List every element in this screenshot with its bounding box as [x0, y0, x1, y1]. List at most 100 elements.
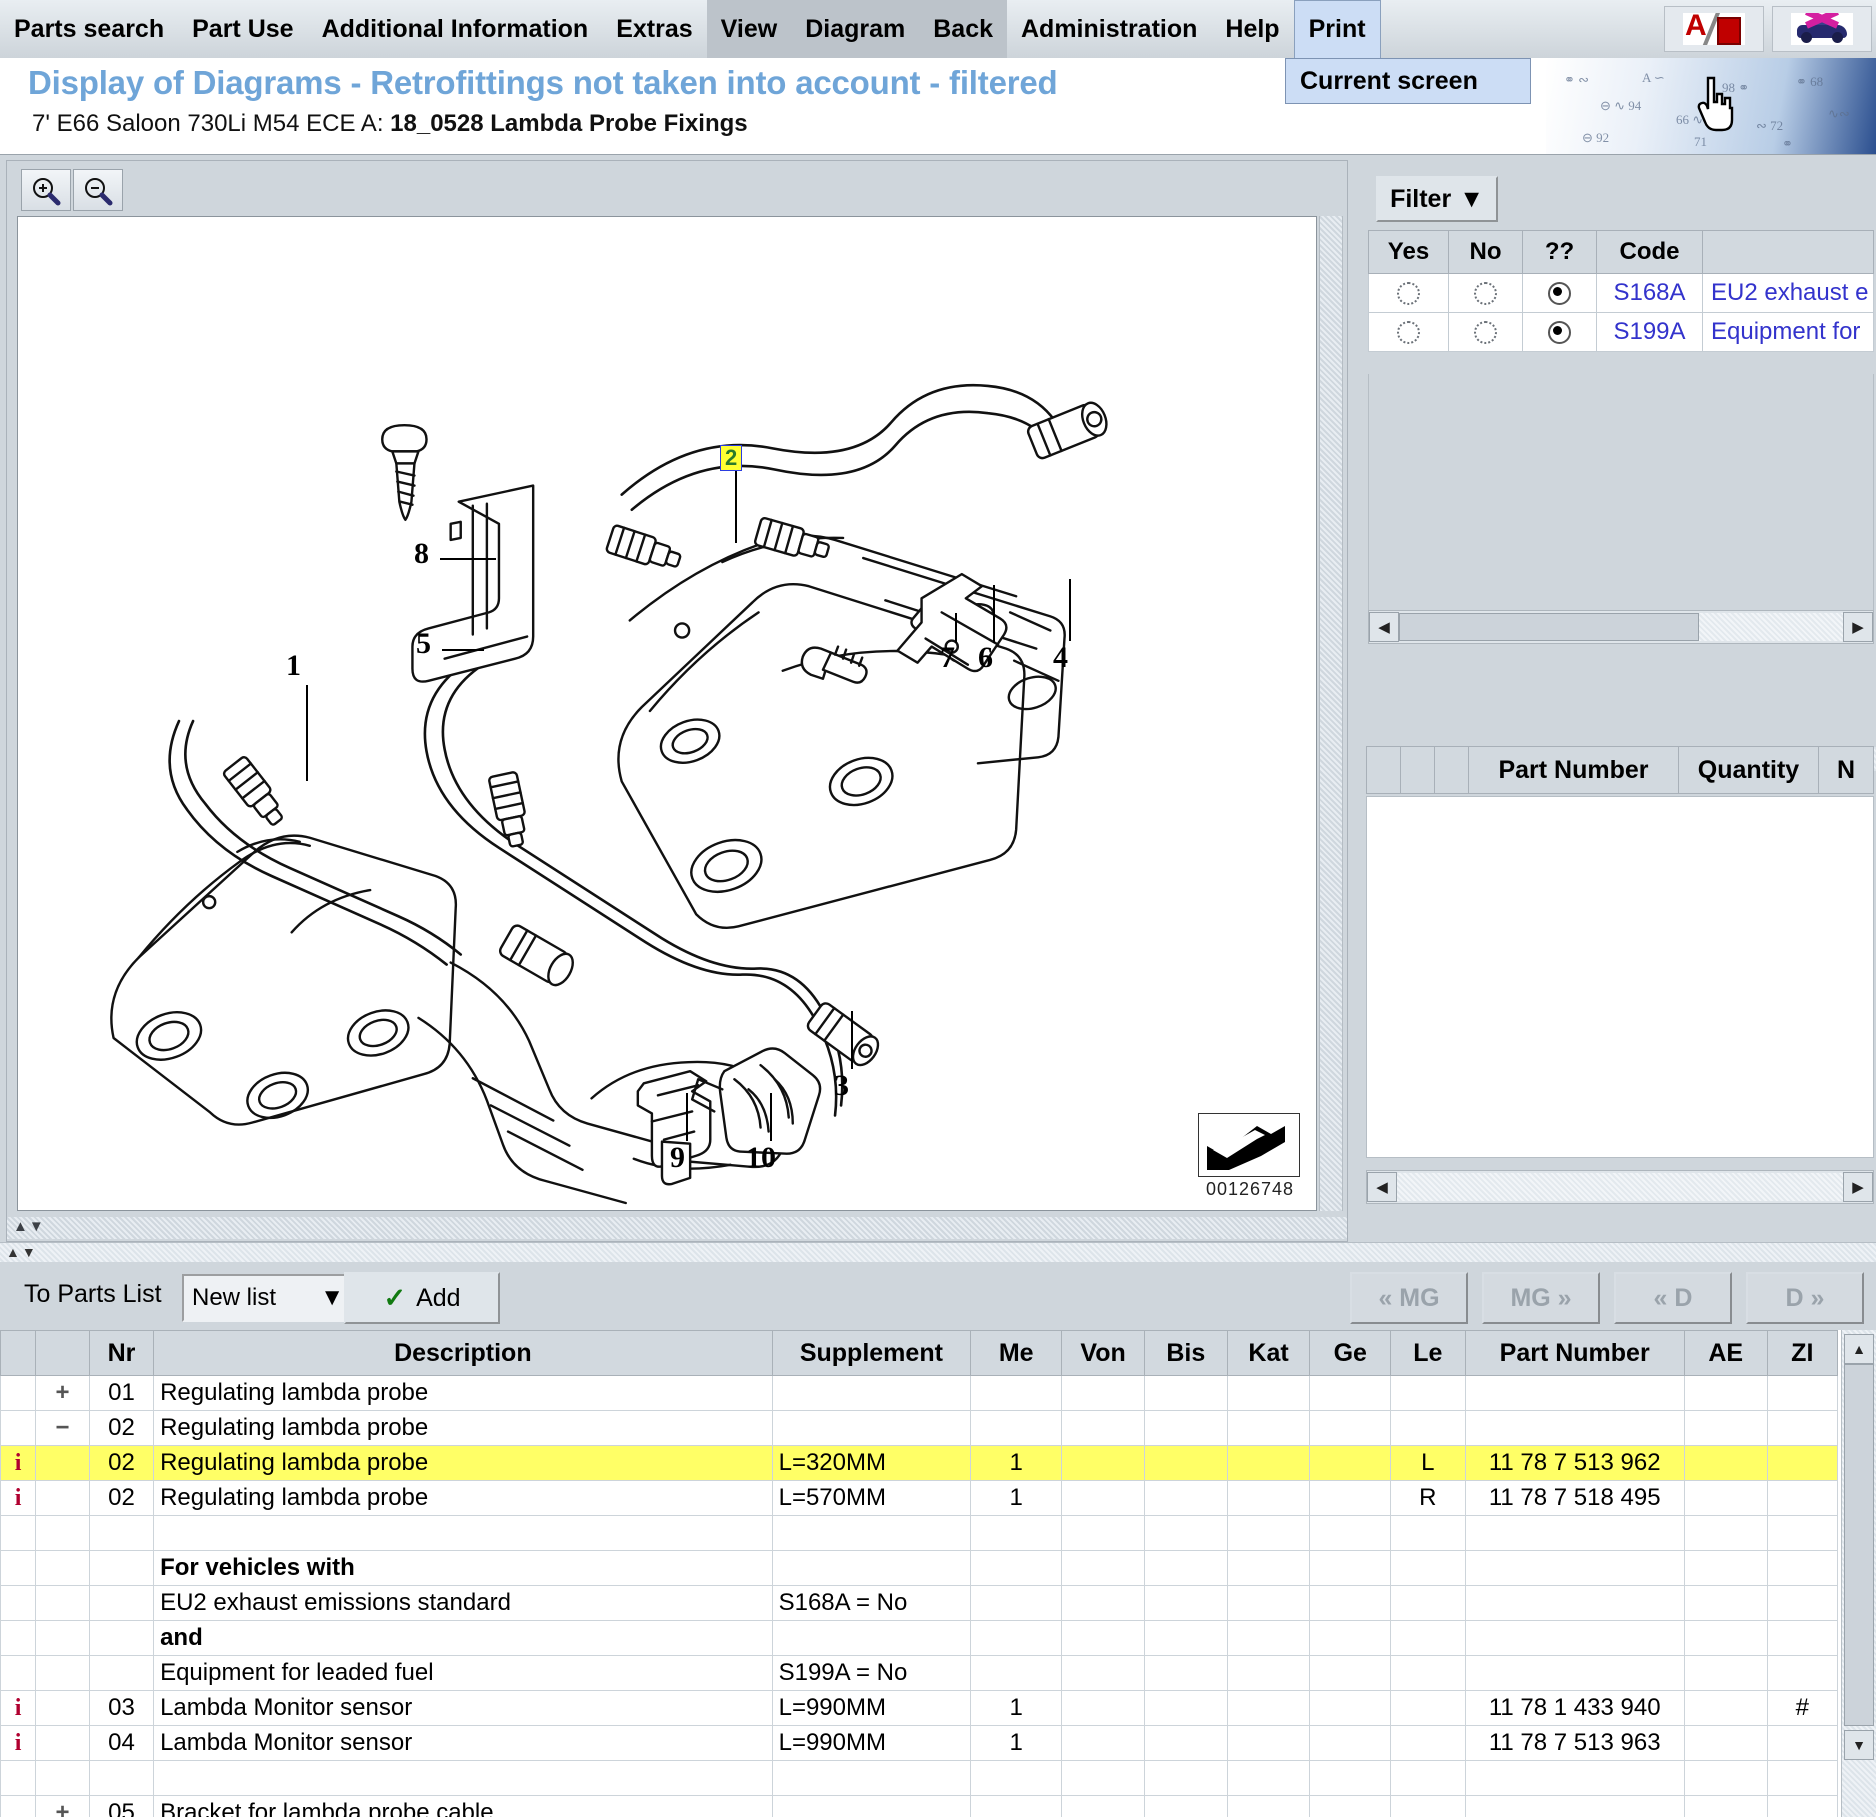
col-info[interactable]: [0, 1330, 37, 1376]
col-ae[interactable]: AE: [1683, 1330, 1768, 1376]
radio-unknown-cell[interactable]: [1522, 273, 1597, 313]
radio-unknown[interactable]: [1548, 282, 1571, 306]
parts-list-select[interactable]: New list ▼: [182, 1274, 354, 1322]
col-ge[interactable]: Ge: [1309, 1330, 1392, 1376]
zoom-in-button[interactable]: [21, 169, 71, 211]
diagram-grip-arrows[interactable]: ▲▼: [13, 1218, 45, 1235]
filter-description[interactable]: Equipment for: [1702, 312, 1874, 352]
menu-parts-search[interactable]: Parts search: [0, 0, 178, 58]
table-row[interactable]: Equipment for leaded fuel S199A = No: [0, 1655, 1839, 1691]
table-row[interactable]: EU2 exhaust emissions standard S168A = No: [0, 1585, 1839, 1621]
pn-col-blank2[interactable]: [1400, 746, 1435, 794]
radio-yes[interactable]: [1397, 321, 1420, 345]
cell-expand[interactable]: −: [35, 1410, 90, 1446]
pn-col-n[interactable]: N: [1818, 746, 1874, 794]
cell-info[interactable]: i: [0, 1480, 37, 1516]
col-expand[interactable]: [35, 1330, 90, 1376]
col-zi[interactable]: ZI: [1766, 1330, 1839, 1376]
add-button[interactable]: ✓ Add: [344, 1272, 500, 1324]
scroll-right-icon[interactable]: ▶: [1843, 612, 1873, 642]
filter-horizontal-scrollbar[interactable]: ◀ ▶: [1368, 610, 1874, 644]
col-description[interactable]: Description: [153, 1330, 773, 1376]
radio-no-cell[interactable]: [1448, 273, 1523, 313]
radio-yes[interactable]: [1397, 282, 1420, 306]
filter-description[interactable]: EU2 exhaust e: [1702, 273, 1874, 313]
filter-row[interactable]: S168A EU2 exhaust e: [1368, 273, 1874, 313]
radio-yes-cell[interactable]: [1368, 273, 1449, 313]
table-row[interactable]: [0, 1760, 1839, 1796]
filter-code[interactable]: S168A: [1596, 273, 1703, 313]
menu-help[interactable]: Help: [1211, 0, 1293, 58]
menu-additional-information[interactable]: Additional Information: [308, 0, 603, 58]
radio-unknown[interactable]: [1548, 321, 1571, 345]
pn-col-blank3[interactable]: [1434, 746, 1469, 794]
table-row[interactable]: For vehicles with: [0, 1550, 1839, 1586]
vehicle-button[interactable]: [1772, 6, 1872, 52]
next-mg-button[interactable]: MG »: [1482, 1272, 1600, 1324]
pn-col-part-number[interactable]: Part Number: [1468, 746, 1679, 794]
column-unknown[interactable]: ??: [1522, 230, 1597, 274]
column-yes[interactable]: Yes: [1368, 230, 1449, 274]
cell-info[interactable]: i: [0, 1725, 37, 1761]
text-annotation-button[interactable]: [1664, 6, 1764, 52]
diagram-vertical-scrollbar[interactable]: [1319, 216, 1343, 1211]
table-row[interactable]: [0, 1515, 1839, 1551]
column-no[interactable]: No: [1448, 230, 1523, 274]
scroll-thumb[interactable]: [1844, 1364, 1874, 1726]
scroll-left-icon[interactable]: ◀: [1367, 1172, 1397, 1202]
scroll-left-icon[interactable]: ◀: [1369, 612, 1399, 642]
callout-2-highlighted[interactable]: 2: [720, 445, 743, 471]
diagram-canvas[interactable]: 2 1 8 5 7 6 4 3 9 10 00126748: [17, 216, 1317, 1211]
expand-icon[interactable]: +: [56, 1379, 70, 1406]
col-kat[interactable]: Kat: [1226, 1330, 1311, 1376]
col-me[interactable]: Me: [970, 1330, 1063, 1376]
filter-code[interactable]: S199A: [1596, 312, 1703, 352]
cell-info[interactable]: i: [0, 1445, 37, 1481]
cell-expand[interactable]: +: [35, 1795, 90, 1817]
scroll-down-icon[interactable]: ▼: [1844, 1730, 1874, 1760]
scroll-track[interactable]: [1397, 1173, 1843, 1201]
menu-view[interactable]: View: [706, 0, 792, 58]
filter-button[interactable]: Filter ▼: [1376, 176, 1498, 222]
main-splitter[interactable]: ▲▼: [0, 1242, 1876, 1263]
cell-info[interactable]: i: [0, 1690, 37, 1726]
cell-expand[interactable]: +: [35, 1375, 90, 1411]
scroll-track[interactable]: [1699, 613, 1843, 641]
menu-administration[interactable]: Administration: [1007, 0, 1211, 58]
scroll-up-icon[interactable]: ▲: [1844, 1334, 1874, 1364]
pn-col-quantity[interactable]: Quantity: [1678, 746, 1819, 794]
menu-extras[interactable]: Extras: [602, 0, 706, 58]
table-row[interactable]: −02 Regulating lambda probe: [0, 1410, 1839, 1446]
radio-no-cell[interactable]: [1448, 312, 1523, 352]
table-row[interactable]: +05 Bracket for lambda probe cable: [0, 1795, 1839, 1817]
column-code[interactable]: Code: [1596, 230, 1703, 274]
splitter-arrows-icon[interactable]: ▲▼: [6, 1244, 38, 1260]
col-bis[interactable]: Bis: [1143, 1330, 1228, 1376]
filter-row[interactable]: S199A Equipment for: [1368, 312, 1874, 352]
pn-col-blank1[interactable]: [1366, 746, 1401, 794]
scroll-thumb[interactable]: [1399, 613, 1699, 641]
menu-part-use[interactable]: Part Use: [178, 0, 307, 58]
menu-print[interactable]: Print: [1293, 0, 1381, 58]
part-number-horizontal-scrollbar[interactable]: ◀ ▶: [1366, 1170, 1874, 1204]
radio-unknown-cell[interactable]: [1522, 312, 1597, 352]
menu-back[interactable]: Back: [919, 0, 1007, 58]
column-description[interactable]: [1702, 230, 1874, 274]
table-row[interactable]: i 04 Lambda Monitor sensor L=990MM 1 11 78 7 …: [0, 1725, 1839, 1761]
col-le[interactable]: Le: [1390, 1330, 1466, 1376]
table-row[interactable]: and: [0, 1620, 1839, 1656]
col-part-number[interactable]: Part Number: [1464, 1330, 1685, 1376]
table-row[interactable]: i 02 Regulating lambda probe L=320MM 1 L 11 78…: [0, 1445, 1839, 1481]
scroll-right-icon[interactable]: ▶: [1843, 1172, 1873, 1202]
info-icon[interactable]: i: [15, 1730, 22, 1756]
table-row[interactable]: i 03 Lambda Monitor sensor L=990MM 1 11 78 1 …: [0, 1690, 1839, 1726]
menu-diagram[interactable]: Diagram: [791, 0, 920, 58]
col-nr[interactable]: Nr: [88, 1330, 155, 1376]
table-row[interactable]: i 02 Regulating lambda probe L=570MM 1 R 11 78…: [0, 1480, 1839, 1516]
info-icon[interactable]: i: [15, 1450, 22, 1476]
radio-yes-cell[interactable]: [1368, 312, 1449, 352]
expand-icon[interactable]: +: [56, 1799, 70, 1817]
print-menu-current-screen[interactable]: Current screen: [1285, 58, 1531, 104]
parts-table-vertical-scrollbar[interactable]: ▲ ▼: [1841, 1330, 1876, 1817]
diagram-bottom-grip[interactable]: ▲▼: [7, 1217, 1347, 1239]
